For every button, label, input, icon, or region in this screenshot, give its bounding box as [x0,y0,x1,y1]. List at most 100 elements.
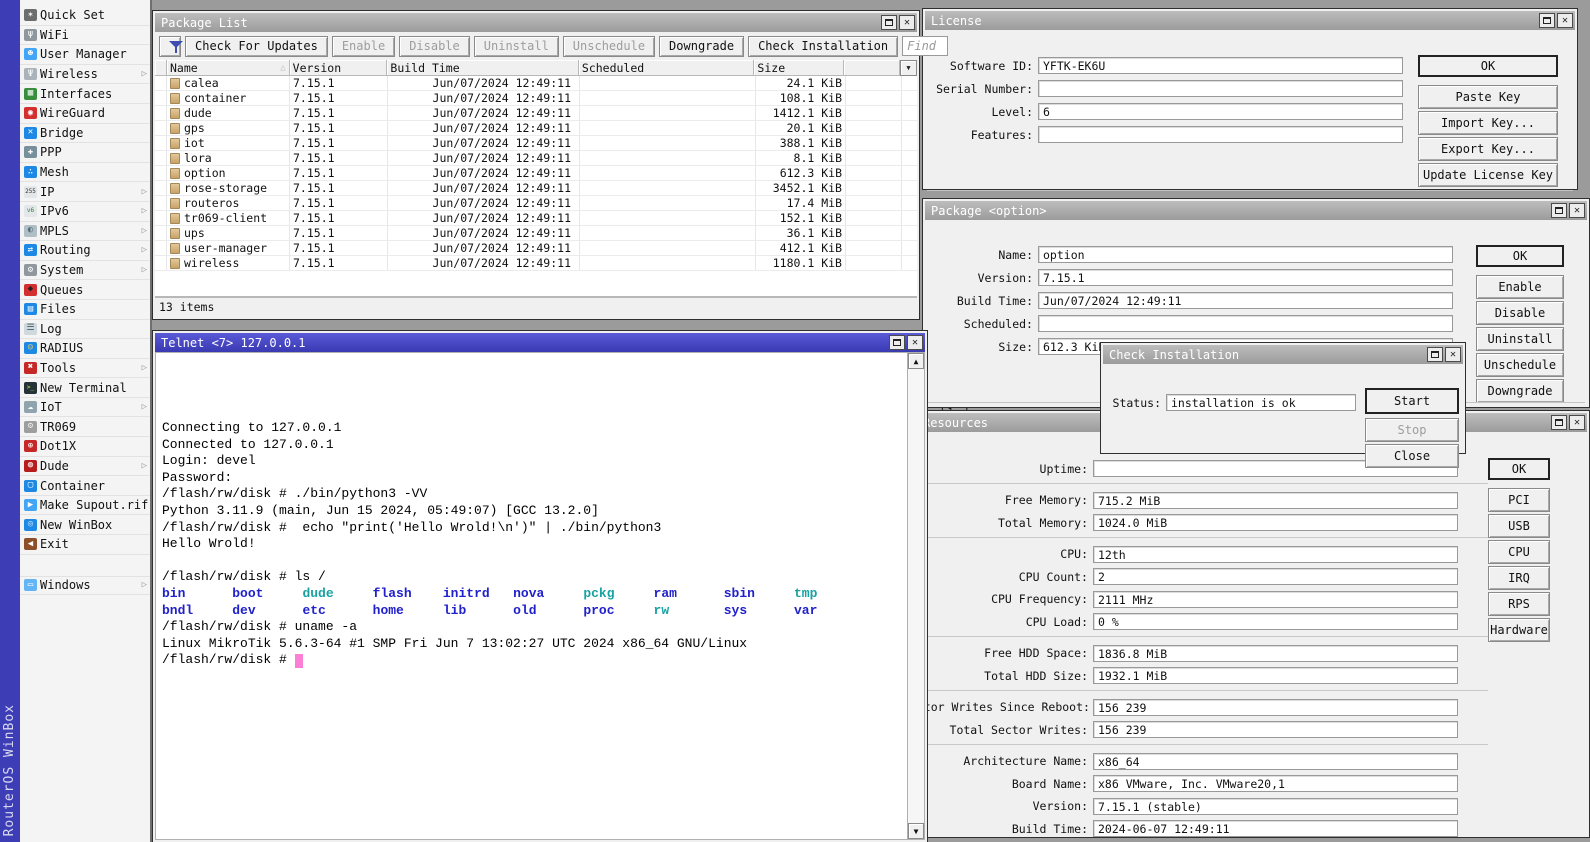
sidebar-item-ip[interactable]: 255IP▷ [20,182,150,202]
level-field[interactable]: 6 [1038,103,1403,120]
board-name-field[interactable]: x86 VMware, Inc. VMware20,1 [1093,775,1458,792]
sidebar-item-bridge[interactable]: ✕Bridge [20,124,150,144]
build-time-field[interactable]: Jun/07/2024 12:49:11 [1038,292,1453,309]
sidebar-item-quick-set[interactable]: ✶Quick Set [20,6,150,26]
irq-button[interactable]: IRQ [1488,566,1550,590]
name-field[interactable]: option [1038,246,1453,263]
sidebar-item-dot1x[interactable]: ⊕Dot1X [20,437,150,457]
column-header-size[interactable]: Size [754,60,844,76]
scroll-up-icon[interactable]: ▲ [908,353,924,369]
uninstall-button[interactable]: Uninstall [474,36,559,57]
sidebar-item-radius[interactable]: ☺RADIUS [20,339,150,359]
column-header-scheduled[interactable]: Scheduled [579,60,755,76]
table-row[interactable]: tr069-client7.15.1Jun/07/2024 12:49:1115… [155,211,917,226]
sidebar-item-tools[interactable]: ✖Tools▷ [20,359,150,379]
close-button[interactable]: Close [1365,444,1459,468]
build-time-field[interactable]: 2024-06-07 12:49:11 [1093,820,1458,837]
enable-button[interactable]: Enable [332,36,395,57]
usb-button[interactable]: USB [1488,514,1550,538]
maximize-icon[interactable] [881,15,897,30]
check-installation-button[interactable]: Check Installation [748,36,898,57]
sidebar-item-wifi[interactable]: ψWiFi [20,26,150,46]
sidebar-item-container[interactable]: ▢Container [20,476,150,496]
total-memory-field[interactable]: 1024.0 MiB [1093,514,1458,531]
sidebar-item-windows[interactable]: ▭Windows▷ [20,576,150,596]
close-icon[interactable]: ✕ [1445,347,1461,362]
architecture-name-field[interactable]: x86_64 [1093,753,1458,770]
sidebar-item-log[interactable]: ☰Log [20,320,150,340]
package-option-titlebar[interactable]: Package <option> ✕ [925,201,1587,220]
sidebar-item-interfaces[interactable]: ▦Interfaces [20,84,150,104]
sidebar-item-ipv6[interactable]: v6IPv6▷ [20,202,150,222]
maximize-icon[interactable] [1427,347,1443,362]
cpu-count-field[interactable]: 2 [1093,568,1458,585]
version-field[interactable]: 7.15.1 [1038,269,1453,286]
table-row[interactable]: routeros7.15.1Jun/07/2024 12:49:1117.4 M… [155,196,917,211]
scheduled-field[interactable] [1038,315,1453,332]
filter-button[interactable] [159,36,181,57]
disable-button[interactable]: Disable [399,36,470,57]
sidebar-item-routing[interactable]: ⇄Routing▷ [20,241,150,261]
sidebar-item-iot[interactable]: ☁IoT▷ [20,398,150,418]
license-titlebar[interactable]: License ✕ [925,11,1575,30]
column-header-build-time[interactable]: Build Time [387,60,578,76]
maximize-icon[interactable] [1539,13,1555,28]
sidebar-item-tr069[interactable]: ⚙TR069 [20,417,150,437]
version-field[interactable]: 7.15.1 (stable) [1093,798,1458,815]
table-row[interactable]: lora7.15.1Jun/07/2024 12:49:118.1 KiB [155,151,917,166]
sidebar-item-user-manager[interactable]: ☻User Manager [20,45,150,65]
maximize-icon[interactable] [1551,415,1567,430]
cpu-frequency-field[interactable]: 2111 MHz [1093,591,1458,608]
ok-button[interactable]: OK [1488,458,1550,480]
vertical-scrollbar[interactable]: ▲ ▼ [907,353,924,839]
downgrade-button[interactable]: Downgrade [659,36,744,57]
sidebar-item-files[interactable]: ▤Files [20,300,150,320]
package-list-titlebar[interactable]: Package List ✕ [155,13,917,32]
features-field[interactable] [1038,126,1403,143]
sidebar-item-queues[interactable]: ◆Queues [20,280,150,300]
downgrade-button[interactable]: Downgrade [1476,379,1564,403]
paste-key-button[interactable]: Paste Key [1418,85,1558,109]
uninstall-button[interactable]: Uninstall [1476,327,1564,351]
scroll-track[interactable] [908,369,924,823]
sidebar-item-wireguard[interactable]: ◉WireGuard [20,104,150,124]
table-row[interactable]: container7.15.1Jun/07/2024 12:49:11108.1… [155,91,917,106]
disable-button[interactable]: Disable [1476,301,1564,325]
sidebar-item-make-supout-rif[interactable]: ▶Make Supout.rif [20,496,150,516]
column-header-name[interactable]: Name△ [167,60,290,76]
telnet-titlebar[interactable]: Telnet <7> 127.0.0.1 ✕ [155,333,925,352]
close-icon[interactable]: ✕ [1557,13,1573,28]
table-row[interactable]: option7.15.1Jun/07/2024 12:49:11612.3 Ki… [155,166,917,181]
ok-button[interactable]: OK [1418,55,1558,77]
check-installation-titlebar[interactable]: Check Installation ✕ [1103,345,1463,364]
cpu-field[interactable]: 12th [1093,546,1458,563]
import-key-button[interactable]: Import Key... [1418,111,1558,135]
close-icon[interactable]: ✕ [907,335,923,350]
hardware-button[interactable]: Hardware [1488,618,1550,642]
sector-writes-since-reboot-field[interactable]: 156 239 [1093,699,1458,716]
close-icon[interactable]: ✕ [1569,415,1585,430]
scroll-down-icon[interactable]: ▼ [908,823,924,839]
table-row[interactable]: dude7.15.1Jun/07/2024 12:49:111412.1 KiB [155,106,917,121]
start-button[interactable]: Start [1365,388,1459,414]
sidebar-item-mesh[interactable]: ∴Mesh [20,163,150,183]
sidebar-item-dude[interactable]: ◍Dude▷ [20,457,150,477]
close-icon[interactable]: ✕ [1569,203,1585,218]
table-row[interactable]: wireless7.15.1Jun/07/2024 12:49:111180.1… [155,256,917,271]
unschedule-button[interactable]: Unschedule [1476,353,1564,377]
sidebar-item-new-winbox[interactable]: ◎New WinBox [20,515,150,535]
cpu-button[interactable]: CPU [1488,540,1550,564]
free-hdd-space-field[interactable]: 1836.8 MiB [1093,645,1458,662]
rps-button[interactable]: RPS [1488,592,1550,616]
total-hdd-size-field[interactable]: 1932.1 MiB [1093,667,1458,684]
sidebar-item-new-terminal[interactable]: >_New Terminal [20,378,150,398]
serial-number-field[interactable] [1038,80,1403,97]
table-row[interactable]: gps7.15.1Jun/07/2024 12:49:1120.1 KiB [155,121,917,136]
close-icon[interactable]: ✕ [899,15,915,30]
sidebar-item-wireless[interactable]: ΨWireless▷ [20,65,150,85]
software-id-field[interactable]: YFTK-EK6U [1038,57,1403,74]
column-header-version[interactable]: Version [290,60,388,76]
sidebar-item-exit[interactable]: ◀Exit [20,535,150,555]
maximize-icon[interactable] [889,335,905,350]
ok-button[interactable]: OK [1476,245,1564,267]
